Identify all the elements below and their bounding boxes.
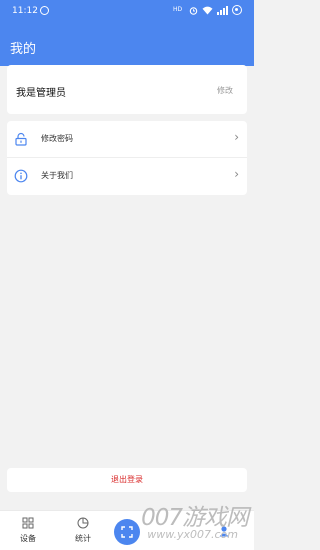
menu-item-change-password[interactable]: 修改密码 › bbox=[7, 121, 247, 158]
grid-icon bbox=[22, 517, 34, 529]
menu-item-label: 关于我们 bbox=[41, 171, 73, 180]
settings-menu: 修改密码 › 关于我们 › bbox=[7, 121, 247, 195]
wifi-icon bbox=[202, 6, 213, 14]
watermark-logo: 007游戏网 bbox=[141, 505, 249, 531]
network-type-label: HD bbox=[173, 6, 183, 13]
user-name: 我是管理员 bbox=[16, 88, 66, 99]
tab-device[interactable]: 设备 bbox=[8, 517, 48, 544]
watermark-url: www.yx007.com bbox=[147, 528, 238, 541]
tab-statistics[interactable]: 统计 bbox=[63, 517, 103, 544]
info-icon bbox=[14, 169, 28, 183]
page-title: 我的 bbox=[10, 42, 37, 57]
chevron-right-icon: › bbox=[234, 130, 239, 144]
pie-chart-icon bbox=[77, 517, 89, 529]
signal-icon bbox=[217, 5, 228, 15]
scan-button[interactable] bbox=[114, 519, 140, 545]
battery-icon bbox=[232, 5, 242, 15]
menu-item-about-us[interactable]: 关于我们 › bbox=[7, 158, 247, 195]
chevron-right-icon: › bbox=[234, 167, 239, 181]
tab-label: 设备 bbox=[20, 534, 36, 543]
profile-card: 我是管理员 修改 bbox=[7, 65, 247, 114]
logout-button[interactable]: 退出登录 bbox=[7, 468, 247, 492]
scan-icon bbox=[121, 526, 133, 538]
lock-icon bbox=[15, 132, 27, 146]
header-bar: 11:12 HD 我的 bbox=[0, 0, 254, 66]
tab-label: 统计 bbox=[75, 534, 91, 543]
edit-profile-button[interactable]: 修改 bbox=[217, 85, 233, 96]
status-bar: 11:12 HD bbox=[0, 0, 254, 22]
logout-label: 退出登录 bbox=[111, 475, 143, 484]
menu-item-label: 修改密码 bbox=[41, 134, 73, 143]
notification-icon bbox=[40, 6, 49, 15]
alarm-icon bbox=[189, 6, 198, 15]
status-indicators: HD bbox=[173, 5, 242, 15]
status-time: 11:12 bbox=[12, 6, 38, 16]
